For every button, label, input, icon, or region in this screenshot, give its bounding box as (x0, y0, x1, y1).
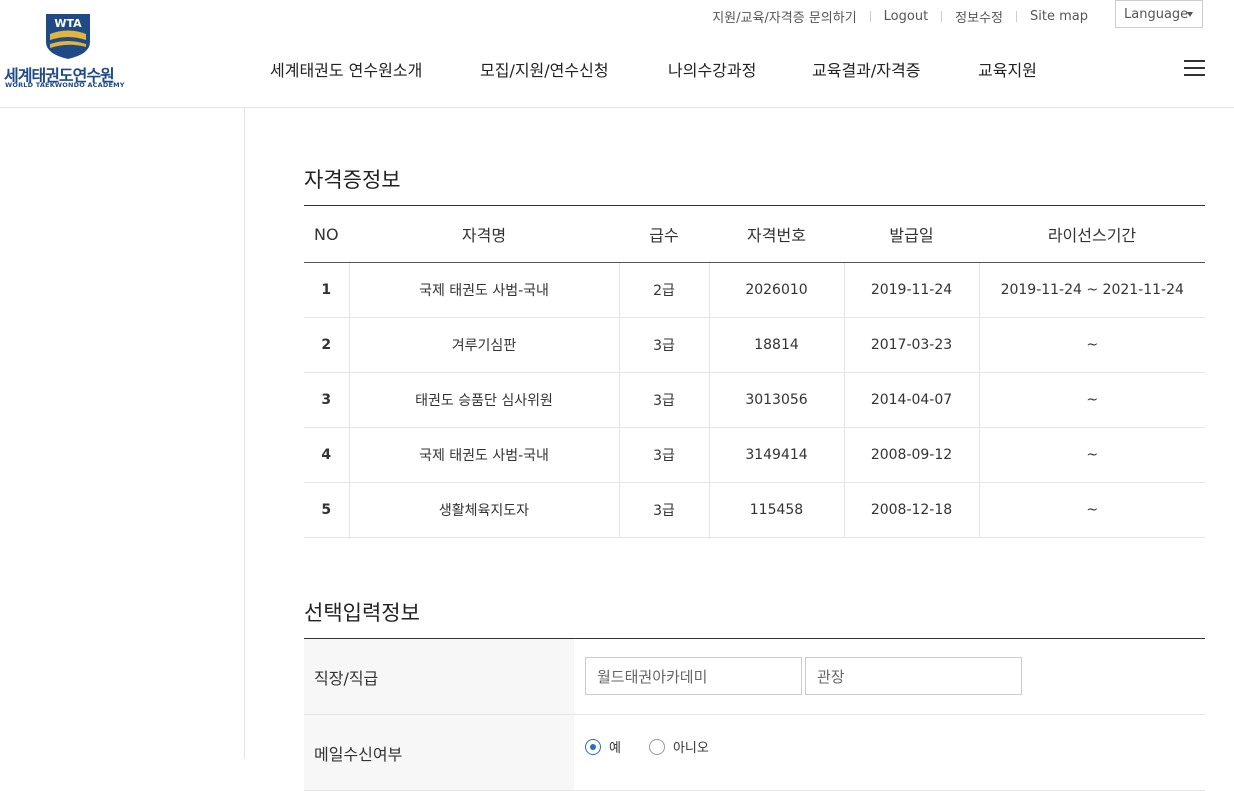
hamburger-menu-icon[interactable] (1184, 60, 1205, 77)
language-select[interactable]: Language (1115, 0, 1203, 28)
cell-number: 18814 (708, 317, 844, 373)
email-consent-label: 메일수신여부 (304, 715, 574, 790)
edit-info-link[interactable]: 정보수정 (955, 7, 1003, 26)
col-header-grade: 급수 (619, 206, 709, 263)
cell-issue-date: 2017-03-23 (843, 317, 979, 373)
col-header-number: 자격번호 (709, 206, 844, 263)
radio-yes[interactable] (585, 738, 601, 755)
table-header-row: NO 자격명 급수 자격번호 발급일 라이선스기간 (304, 206, 1205, 263)
optional-section-title: 선택입력정보 (304, 601, 420, 625)
emblem-text: WTA (54, 17, 82, 30)
cell-grade: 2급 (618, 262, 709, 318)
logout-link[interactable]: Logout (884, 9, 929, 24)
site-header: WTA 세계태권도연수원 WORLD TAEKWONDO ACADEMY 지원/… (0, 0, 1234, 108)
cell-number: 2026010 (708, 262, 844, 318)
radio-yes-label[interactable]: 예 (609, 737, 621, 756)
wta-emblem-icon: WTA (46, 14, 90, 59)
cell-issue-date: 2008-12-18 (843, 482, 979, 538)
cell-name: 태권도 승품단 심사위원 (348, 372, 619, 428)
nav-item-results[interactable]: 교육결과/자격증 (812, 57, 920, 81)
cell-no: 4 (304, 427, 349, 483)
radio-no[interactable] (648, 738, 665, 755)
cell-grade: 3급 (618, 482, 709, 538)
table-row: 2 겨루기심판 3급 18814 2017-03-23 ~ (304, 317, 1205, 373)
cell-issue-date: 2008-09-12 (843, 427, 979, 483)
util-divider (869, 10, 871, 22)
optional-info-form: 직장/직급 메일수신여부 예 아니오 (304, 639, 1205, 791)
cell-name: 생활체육지도자 (348, 482, 619, 538)
nav-item-intro[interactable]: 세계태권도 연수원소개 (270, 57, 422, 81)
col-header-issue-date: 발급일 (844, 206, 979, 263)
logo-name-english: WORLD TAEKWONDO ACADEMY (5, 81, 125, 89)
workplace-row: 직장/직급 (304, 639, 1205, 715)
col-header-no: NO (304, 206, 349, 263)
cert-section-title: 자격증정보 (304, 168, 401, 192)
workplace-label: 직장/직급 (304, 639, 574, 714)
cell-license-period: ~ (978, 372, 1205, 428)
email-consent-options: 예 아니오 (585, 737, 737, 756)
col-header-license-period: 라이선스기간 (979, 206, 1205, 263)
certificate-table: NO 자격명 급수 자격번호 발급일 라이선스기간 1 국제 태권도 사범-국내… (304, 206, 1205, 538)
util-divider (1016, 10, 1018, 22)
cell-license-period: ~ (978, 317, 1205, 373)
utility-links: 지원/교육/자격증 문의하기 Logout 정보수정 Site map (712, 7, 1088, 26)
cell-number: 3013056 (708, 372, 844, 428)
language-label: Language (1124, 6, 1189, 22)
position-input[interactable] (805, 657, 1022, 695)
email-consent-row: 메일수신여부 예 아니오 (304, 715, 1205, 791)
cell-grade: 3급 (618, 317, 709, 373)
cell-name: 국제 태권도 사범-국내 (348, 427, 619, 483)
site-logo[interactable]: WTA 세계태권도연수원 WORLD TAEKWONDO ACADEMY (4, 12, 132, 90)
cell-issue-date: 2019-11-24 (843, 262, 979, 318)
table-row: 5 생활체육지도자 3급 115458 2008-12-18 ~ (304, 482, 1205, 538)
sitemap-link[interactable]: Site map (1030, 9, 1088, 24)
company-input[interactable] (585, 657, 802, 695)
cell-grade: 3급 (618, 372, 709, 428)
sidebar (0, 108, 245, 759)
table-row: 3 태권도 승품단 심사위원 3급 3013056 2014-04-07 ~ (304, 372, 1205, 428)
cell-name: 국제 태권도 사범-국내 (348, 262, 619, 318)
cell-no: 2 (304, 317, 349, 373)
cell-number: 3149414 (708, 427, 844, 483)
cell-license-period: ~ (978, 427, 1205, 483)
table-row: 4 국제 태권도 사범-국내 3급 3149414 2008-09-12 ~ (304, 427, 1205, 483)
nav-item-recruit[interactable]: 모집/지원/연수신청 (480, 57, 609, 81)
inquiry-link[interactable]: 지원/교육/자격증 문의하기 (712, 7, 856, 26)
util-divider (941, 10, 943, 22)
nav-item-support[interactable]: 교육지원 (978, 57, 1037, 81)
cell-no: 3 (304, 372, 349, 428)
cell-issue-date: 2014-04-07 (843, 372, 979, 428)
table-row: 1 국제 태권도 사범-국내 2급 2026010 2019-11-24 201… (304, 262, 1205, 318)
cell-no: 1 (304, 262, 349, 318)
radio-no-label[interactable]: 아니오 (673, 737, 709, 756)
cell-license-period: ~ (978, 482, 1205, 538)
cell-grade: 3급 (618, 427, 709, 483)
nav-item-my-courses[interactable]: 나의수강과정 (668, 57, 756, 81)
col-header-name: 자격명 (349, 206, 619, 263)
cell-name: 겨루기심판 (348, 317, 619, 373)
cell-no: 5 (304, 482, 349, 538)
cell-license-period: 2019-11-24 ~ 2021-11-24 (978, 262, 1205, 318)
caret-down-icon (1187, 12, 1193, 17)
cell-number: 115458 (708, 482, 844, 538)
